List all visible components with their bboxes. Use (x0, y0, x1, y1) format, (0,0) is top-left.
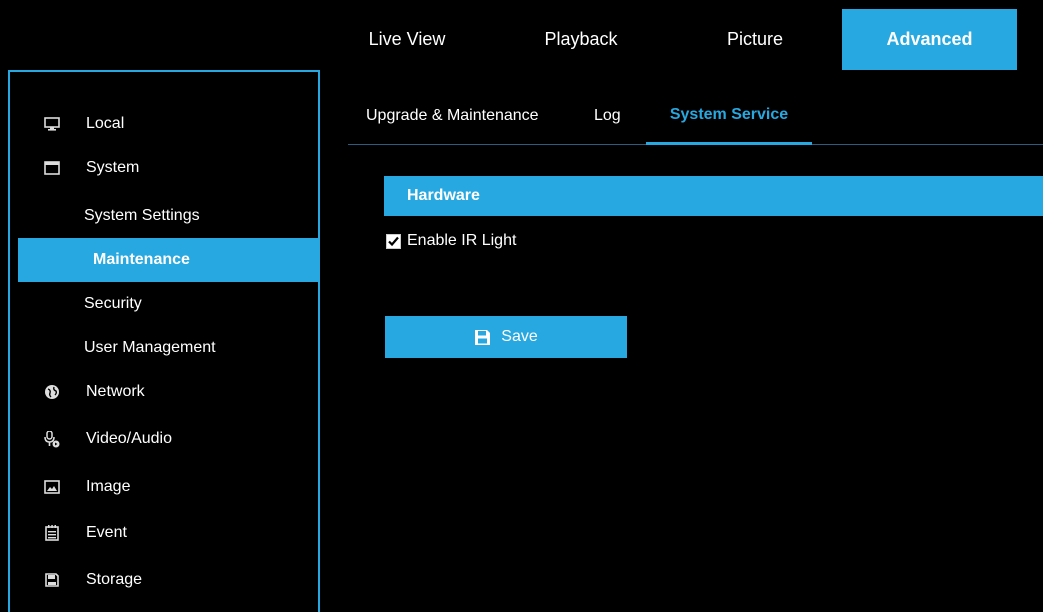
sidebar-item-system-settings[interactable]: System Settings (0, 196, 310, 236)
tab-advanced[interactable]: Advanced (842, 9, 1017, 70)
sidebar-item-network[interactable]: Network (0, 372, 310, 412)
sidebar-item-label: Image (86, 478, 131, 495)
image-icon (44, 479, 60, 495)
ir-light-label: Enable IR Light (407, 232, 517, 249)
sidebar-item-local[interactable]: Local (0, 104, 310, 144)
sidebar-item-user-management[interactable]: User Management (0, 328, 310, 368)
sidebar-item-system[interactable]: System (0, 148, 310, 188)
sidebar-item-event[interactable]: Event (0, 513, 310, 553)
disk-icon (44, 572, 60, 588)
sidebar-item-security[interactable]: Security (0, 284, 310, 324)
top-navigation-bar: Live View Playback Picture Advanced (0, 0, 1043, 70)
enable-ir-light-option[interactable]: Enable IR Light (386, 230, 516, 252)
sidebar-item-label: Network (86, 383, 145, 400)
ir-light-checkbox[interactable] (386, 233, 401, 249)
sidebar-item-label: Security (84, 295, 142, 312)
sidebar-item-storage[interactable]: Storage (0, 560, 310, 600)
calendar-icon (44, 525, 60, 541)
tab-picture[interactable]: Picture (668, 9, 842, 70)
sidebar-item-image[interactable]: Image (0, 467, 310, 507)
section-title: Hardware (407, 187, 480, 204)
sidebar-item-label: User Management (84, 339, 216, 356)
sidebar-item-label: Video/Audio (86, 430, 172, 447)
floppy-disk-icon (474, 329, 491, 346)
sidebar-item-label: Event (86, 524, 127, 541)
main-tabs: Live View Playback Picture Advanced (320, 9, 1017, 70)
save-button[interactable]: Save (385, 316, 627, 358)
sidebar-item-label: Local (86, 115, 125, 132)
microphone-icon (44, 431, 60, 448)
tab-log[interactable]: Log (594, 96, 621, 142)
sidebar-item-label: Storage (86, 571, 143, 588)
sidebar-item-maintenance[interactable]: Maintenance (18, 238, 320, 282)
window-icon (44, 160, 60, 176)
monitor-icon (44, 116, 60, 132)
tab-live-view[interactable]: Live View (320, 9, 494, 70)
tab-playback[interactable]: Playback (494, 9, 668, 70)
save-button-label: Save (501, 328, 538, 345)
tab-upgrade-maintenance[interactable]: Upgrade & Maintenance (366, 96, 539, 142)
globe-icon (44, 384, 60, 400)
sidebar-item-video-audio[interactable]: Video/Audio (0, 419, 310, 459)
sidebar-item-label: System Settings (84, 207, 200, 224)
sidebar-item-label: Maintenance (93, 251, 190, 268)
sidebar-item-label: System (86, 159, 140, 176)
tab-system-service[interactable]: System Service (646, 96, 812, 145)
subtab-bar: Upgrade & Maintenance Log System Service (348, 96, 1043, 145)
hardware-section-header: Hardware (384, 176, 1043, 216)
